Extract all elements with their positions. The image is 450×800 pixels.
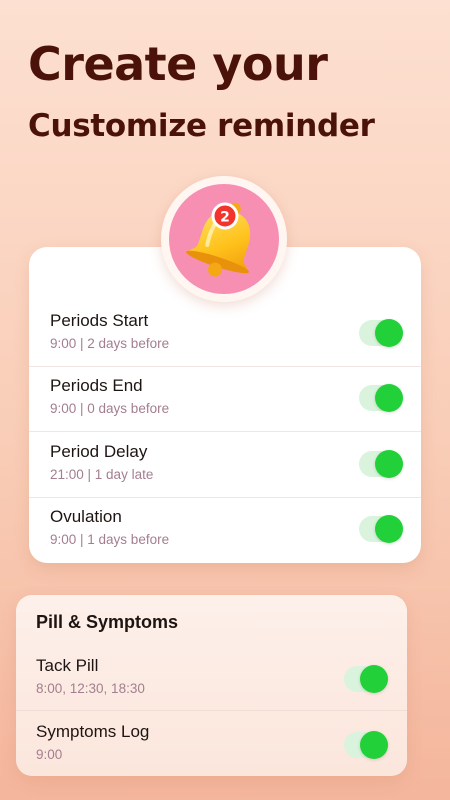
notification-badge-count: 2 bbox=[220, 210, 230, 226]
reminder-detail: 9:00 | 1 days before bbox=[50, 532, 170, 547]
toggle-knob bbox=[375, 384, 403, 412]
toggle-knob bbox=[375, 319, 403, 347]
reminder-title: Period Delay bbox=[50, 442, 148, 461]
toggle-knob bbox=[360, 731, 388, 759]
bell-icon: 2 bbox=[186, 202, 251, 277]
toggle-knob bbox=[360, 665, 388, 693]
toggle-knob bbox=[375, 515, 403, 543]
divider bbox=[29, 366, 421, 367]
reminder-detail: 9:00 | 0 days before bbox=[50, 401, 170, 416]
reminder-row-period-delay[interactable]: Period Delay 21:00 | 1 day late bbox=[29, 434, 421, 500]
reminder-row-periods-end[interactable]: Periods End 9:00 | 0 days before bbox=[29, 368, 421, 434]
reminder-toggle[interactable] bbox=[359, 319, 403, 347]
reminder-title: Symptoms Log bbox=[36, 722, 150, 741]
reminder-detail: 9:00 bbox=[36, 747, 63, 762]
reminder-title: Ovulation bbox=[50, 507, 122, 526]
reminder-row-periods-start[interactable]: Periods Start 9:00 | 2 days before bbox=[29, 303, 421, 369]
pill-symptoms-card: Pill & Symptoms Tack Pill 8:00, 12:30, 1… bbox=[16, 595, 407, 776]
reminder-row-symptoms-log[interactable]: Symptoms Log 9:00 bbox=[16, 715, 407, 781]
reminder-title: Periods Start bbox=[50, 311, 149, 330]
page-title: Create your bbox=[28, 37, 328, 91]
divider bbox=[16, 710, 407, 711]
reminder-detail: 21:00 | 1 day late bbox=[50, 467, 154, 482]
reminder-title: Tack Pill bbox=[36, 656, 99, 675]
reminder-detail: 8:00, 12:30, 18:30 bbox=[36, 681, 145, 696]
reminder-toggle[interactable] bbox=[359, 450, 403, 478]
reminder-detail: 9:00 | 2 days before bbox=[50, 336, 170, 351]
reminder-title: Periods End bbox=[50, 376, 143, 395]
divider bbox=[29, 431, 421, 432]
divider bbox=[29, 497, 421, 498]
section-title: Pill & Symptoms bbox=[36, 612, 179, 632]
toggle-knob bbox=[375, 450, 403, 478]
page-subtitle: Customize reminder bbox=[28, 108, 375, 144]
reminder-toggle[interactable] bbox=[359, 515, 403, 543]
reminder-row-take-pill[interactable]: Tack Pill 8:00, 12:30, 18:30 bbox=[16, 649, 407, 715]
reminder-toggle[interactable] bbox=[344, 665, 388, 693]
reminder-toggle[interactable] bbox=[344, 731, 388, 759]
reminder-row-ovulation[interactable]: Ovulation 9:00 | 1 days before bbox=[29, 499, 421, 565]
bell-illustration: 2 bbox=[161, 176, 287, 302]
reminder-toggle[interactable] bbox=[359, 384, 403, 412]
